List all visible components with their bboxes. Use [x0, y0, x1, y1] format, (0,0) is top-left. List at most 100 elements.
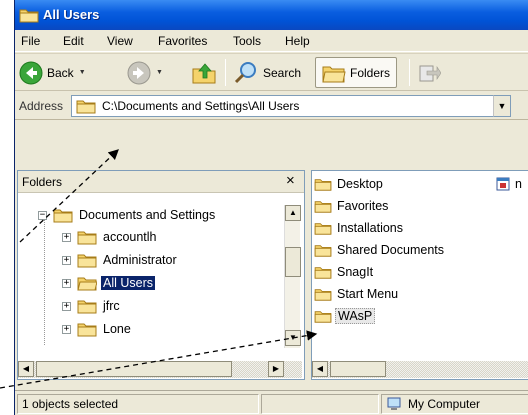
menu-edit[interactable]: Edit — [63, 34, 84, 48]
menu-favorites[interactable]: Favorites — [158, 34, 207, 48]
address-path: C:\Documents and Settings\All Users — [102, 99, 300, 113]
folder-icon — [77, 231, 97, 245]
address-dropdown-button[interactable]: ▼ — [493, 95, 511, 117]
title-bar[interactable]: All Users — [15, 0, 528, 30]
tree-label: Documents and Settings — [79, 208, 216, 222]
item-label: WAsP — [335, 308, 376, 324]
window-title: All Users — [43, 7, 100, 22]
back-dropdown-icon[interactable]: ▼ — [79, 69, 86, 76]
tree-item-documents-and-settings[interactable]: − Documents and Settings — [38, 205, 217, 225]
folders-label: Folders — [350, 65, 391, 80]
expand-icon[interactable]: + — [62, 324, 71, 334]
move-to-icon — [419, 65, 441, 81]
scroll-right-button[interactable]: ▶ — [268, 361, 284, 377]
tree-label: accountlh — [103, 230, 157, 244]
scroll-thumb[interactable] — [285, 247, 301, 277]
item-label: n — [515, 177, 522, 191]
address-input[interactable]: C:\Documents and Settings\All Users — [71, 95, 511, 117]
explorer-window: All Users File Edit View Favorites Tools… — [14, 0, 528, 415]
tree-item-accountlh[interactable]: + accountlh — [62, 227, 159, 247]
back-button[interactable]: Back ▼ — [19, 57, 86, 88]
expand-icon[interactable]: + — [62, 278, 71, 288]
expand-icon[interactable]: + — [62, 232, 71, 242]
folders-vertical-scrollbar[interactable]: ▲ ▼ — [284, 205, 301, 348]
tree-label-selected: All Users — [101, 276, 156, 290]
tree-item-all-users[interactable]: + All Users — [62, 273, 156, 293]
menu-bar: File Edit View Favorites Tools Help — [15, 30, 528, 52]
address-label: Address — [19, 99, 64, 113]
menu-view[interactable]: View — [107, 34, 133, 48]
menu-tools[interactable]: Tools — [233, 34, 261, 48]
list-item-shared-documents[interactable]: Shared Documents — [314, 241, 446, 259]
scroll-down-button[interactable]: ▼ — [285, 330, 301, 346]
scroll-up-button[interactable]: ▲ — [285, 205, 301, 221]
list-item-wasp[interactable]: WAsP — [314, 307, 376, 325]
folders-pane-header: Folders × — [18, 171, 304, 193]
menu-file[interactable]: File — [21, 34, 40, 48]
folder-icon — [314, 311, 332, 323]
scroll-thumb-horizontal[interactable] — [330, 361, 386, 377]
zone-label: My Computer — [408, 397, 481, 411]
folders-pane-title: Folders — [22, 175, 63, 189]
folders-button[interactable]: Folders — [315, 57, 398, 88]
tree-label: Lone — [103, 322, 131, 336]
item-label: Installations — [337, 221, 404, 235]
folders-horizontal-scrollbar[interactable]: ◀ ▶ — [18, 361, 302, 378]
forward-dropdown-icon[interactable]: ▼ — [156, 69, 163, 76]
item-label: SnagIt — [337, 265, 374, 279]
folder-icon — [77, 323, 97, 337]
contents-pane: Desktop Favorites Installations Shared D… — [311, 170, 528, 380]
folder-icon — [76, 100, 96, 114]
collapse-icon[interactable]: − — [38, 210, 47, 220]
move-to-button[interactable] — [417, 57, 441, 88]
search-label: Search — [263, 65, 302, 80]
list-item-snagit[interactable]: SnagIt — [314, 263, 375, 281]
folders-icon — [322, 66, 346, 82]
scroll-left-button[interactable]: ◀ — [312, 361, 328, 377]
folder-icon — [77, 300, 97, 314]
folder-icon — [314, 179, 332, 191]
standard-toolbar: Back ▼ ▼ Search Folders — [15, 53, 528, 91]
folder-icon — [53, 209, 73, 223]
tree-item-jfrc[interactable]: + jfrc — [62, 296, 122, 316]
folders-pane: Folders × − Documents and Settings + acc… — [17, 170, 305, 380]
folder-icon — [314, 267, 332, 279]
folder-icon — [77, 254, 97, 268]
status-bar: 1 objects selected My Computer — [15, 390, 528, 415]
list-item-file[interactable]: n — [496, 175, 524, 193]
folder-icon — [314, 289, 332, 301]
open-folder-icon — [77, 277, 97, 291]
item-label: Start Menu — [337, 287, 399, 301]
scroll-left-button[interactable]: ◀ — [18, 361, 34, 377]
contents-horizontal-scrollbar[interactable]: ◀ — [312, 361, 528, 378]
list-item-favorites[interactable]: Favorites — [314, 197, 390, 215]
tree-label: Administrator — [103, 253, 177, 267]
scroll-thumb-horizontal[interactable] — [36, 361, 232, 377]
folder-icon — [19, 9, 39, 23]
search-button[interactable]: Search — [233, 57, 301, 88]
search-icon — [234, 61, 256, 83]
item-label: Desktop — [337, 177, 383, 191]
close-pane-button[interactable]: × — [286, 172, 295, 189]
forward-arrow-icon — [127, 61, 151, 84]
tree-item-administrator[interactable]: + Administrator — [62, 250, 179, 270]
menu-help[interactable]: Help — [285, 34, 310, 48]
item-label: Shared Documents — [337, 243, 445, 257]
status-empty — [261, 394, 379, 414]
folder-icon — [314, 201, 332, 213]
forward-button[interactable]: ▼ — [127, 57, 163, 88]
list-item-installations[interactable]: Installations — [314, 219, 405, 237]
expand-icon[interactable]: + — [62, 255, 71, 265]
list-item-start-menu[interactable]: Start Menu — [314, 285, 400, 303]
list-item-desktop[interactable]: Desktop — [314, 175, 385, 193]
back-arrow-icon — [19, 61, 43, 84]
address-bar: Address C:\Documents and Settings\All Us… — [15, 92, 528, 120]
computer-icon — [387, 397, 401, 410]
expand-icon[interactable]: + — [62, 301, 71, 311]
up-folder-icon — [192, 62, 216, 83]
tree-item-lone[interactable]: + Lone — [62, 319, 133, 339]
back-label: Back — [47, 65, 74, 80]
up-button[interactable] — [191, 57, 217, 88]
status-selection: 1 objects selected — [17, 394, 259, 414]
tree-label: jfrc — [103, 299, 120, 313]
